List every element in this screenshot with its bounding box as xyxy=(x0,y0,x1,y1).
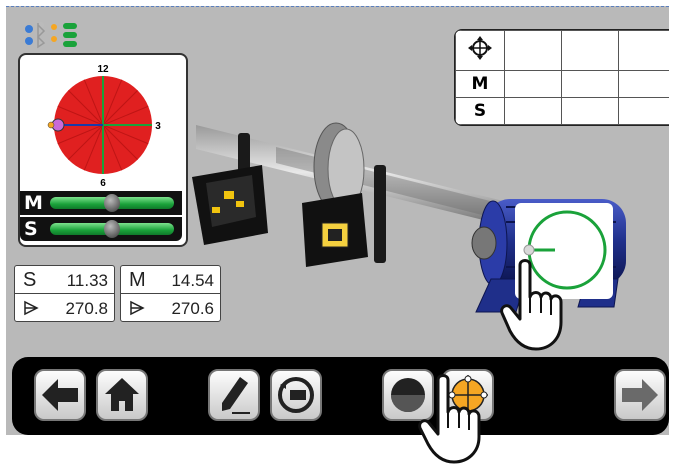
results-cell xyxy=(504,96,562,125)
home-icon xyxy=(105,378,139,411)
clock-label-3: 3 xyxy=(155,121,161,132)
readout-m-angle: 270.6 xyxy=(171,299,214,318)
readout-m-label: M xyxy=(129,269,146,291)
level-s-label: S xyxy=(24,218,38,240)
results-cell xyxy=(561,69,619,98)
results-cell xyxy=(504,30,562,71)
home-button[interactable] xyxy=(96,369,148,421)
results-cell xyxy=(618,96,669,125)
tap-hand-icon xyxy=(418,374,481,464)
rotate-machine-icon xyxy=(278,377,314,413)
results-row-label: S xyxy=(455,96,505,125)
readout-s-angle: 270.8 xyxy=(65,299,108,318)
level-m: M xyxy=(20,191,182,215)
level-s-bubble xyxy=(104,220,120,238)
results-cell xyxy=(561,30,619,71)
readout-m: M 14.54 270.6 xyxy=(120,265,221,322)
angle-icon xyxy=(130,300,145,316)
results-row-m: M xyxy=(455,69,669,98)
forward-arrow-icon xyxy=(622,379,658,411)
readout-s: S 11.33 270.8 xyxy=(14,265,115,322)
results-cell xyxy=(618,30,669,71)
angle-icon xyxy=(24,300,39,316)
results-header-row xyxy=(455,30,669,71)
level-m-label: M xyxy=(24,192,43,214)
level-m-bubble xyxy=(104,194,120,212)
clock-label-6: 6 xyxy=(100,178,106,189)
readout-s-label: S xyxy=(23,269,37,291)
clock-gauge: 12 3 6 xyxy=(47,64,161,189)
readout-m-value: 14.54 xyxy=(171,271,214,290)
clock-label-12: 12 xyxy=(97,64,109,75)
edit-pen-icon xyxy=(222,377,250,414)
forward-button[interactable] xyxy=(614,369,666,421)
results-table: M S xyxy=(454,29,669,126)
alignment-gauge-panel: 12 3 6 M S xyxy=(18,53,188,247)
results-row-label: M xyxy=(455,69,505,98)
results-row-s: S xyxy=(455,96,669,125)
bottom-toolbar xyxy=(12,357,669,435)
back-button[interactable] xyxy=(34,369,86,421)
target-crosshair-icon xyxy=(455,30,505,71)
results-cell xyxy=(504,69,562,98)
results-cell xyxy=(561,96,619,125)
readout-s-value: 11.33 xyxy=(66,271,108,290)
edit-button[interactable] xyxy=(208,369,260,421)
results-cell xyxy=(618,69,669,98)
back-arrow-icon xyxy=(42,379,78,411)
rotate-machine-button[interactable] xyxy=(270,369,322,421)
app-screen: 12 3 6 M S M S S 11.33 270.8 M 14.54 270… xyxy=(6,6,669,435)
tap-hand-icon xyxy=(500,259,563,351)
level-s: S xyxy=(20,217,182,241)
